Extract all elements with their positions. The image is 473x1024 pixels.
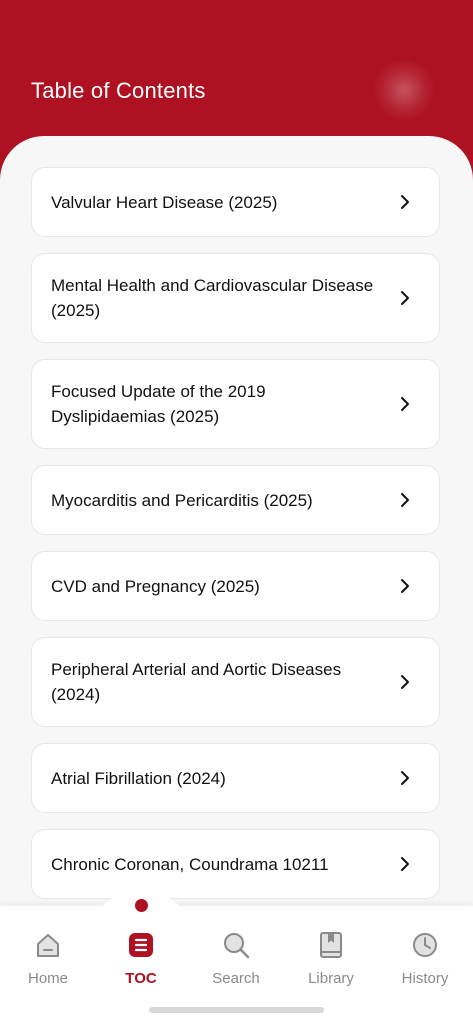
chevron-right-icon xyxy=(401,291,409,305)
toc-item-myocarditis[interactable]: Myocarditis and Pericarditis (2025) xyxy=(31,465,440,535)
nav-history-label: History xyxy=(401,970,449,987)
toc-item-label: Myocarditis and Pericarditis (2025) xyxy=(51,490,313,510)
chevron-right-icon xyxy=(401,771,409,785)
toc-item-cvd-pregnancy[interactable]: CVD and Pregnancy (2025) xyxy=(31,551,440,621)
clock-icon xyxy=(413,933,437,957)
toc-item-label: Peripheral Arterial and Aortic Diseases … xyxy=(51,660,342,704)
toc-item-label: Valvular Heart Disease (2025) xyxy=(51,192,278,212)
header-glow-decoration xyxy=(372,58,436,122)
nav-toc[interactable]: TOC xyxy=(101,930,181,1000)
page-title: Table of Contents xyxy=(31,78,206,103)
chevron-right-icon xyxy=(401,579,409,593)
toc-item-label: Atrial Fibrillation (2024) xyxy=(51,768,226,788)
toc-item-mental-health[interactable]: Mental Health and Cardiovascular Disease… xyxy=(31,253,440,343)
toc-item-dyslipidaemias[interactable]: Focused Update of the 2019 Dyslipidaemia… xyxy=(31,359,440,449)
search-icon xyxy=(224,933,250,959)
chevron-right-icon xyxy=(401,857,409,871)
book-icon xyxy=(320,932,342,958)
nav-home-label: Home xyxy=(27,970,68,987)
toc-item-chronic-coronary[interactable]: Chronic Coronan, Coundrama 10211 xyxy=(31,829,440,899)
toc-item-atrial-fibrillation[interactable]: Atrial Fibrillation (2024) xyxy=(31,743,440,813)
list-icon xyxy=(129,933,153,957)
nav-search[interactable]: Search xyxy=(196,930,276,1000)
chevron-right-icon xyxy=(401,195,409,209)
toc-item-label: Mental Health and Cardiovascular Disease… xyxy=(51,276,374,320)
toc-item-valvular-heart-disease[interactable]: Valvular Heart Disease (2025) xyxy=(31,167,440,237)
home-icon xyxy=(37,934,59,957)
nav-history[interactable]: History xyxy=(385,930,465,1000)
nav-library-label: Library xyxy=(308,970,354,987)
toc-item-peripheral-arterial[interactable]: Peripheral Arterial and Aortic Diseases … xyxy=(31,637,440,727)
chevron-right-icon xyxy=(401,493,409,507)
toc-item-label: Chronic Coronan, Coundrama 10211 xyxy=(51,854,329,874)
chevron-right-icon xyxy=(401,675,409,689)
active-indicator xyxy=(135,899,148,912)
chevron-right-icon xyxy=(401,397,409,411)
toc-item-label: CVD and Pregnancy (2025) xyxy=(51,576,260,596)
nav-home[interactable]: Home xyxy=(8,930,88,1000)
toc-item-label: Focused Update of the 2019 Dyslipidaemia… xyxy=(51,382,266,426)
nav-search-label: Search xyxy=(212,970,260,987)
nav-toc-label: TOC xyxy=(125,970,157,987)
home-indicator xyxy=(149,1007,324,1013)
nav-library[interactable]: Library xyxy=(291,930,371,1000)
